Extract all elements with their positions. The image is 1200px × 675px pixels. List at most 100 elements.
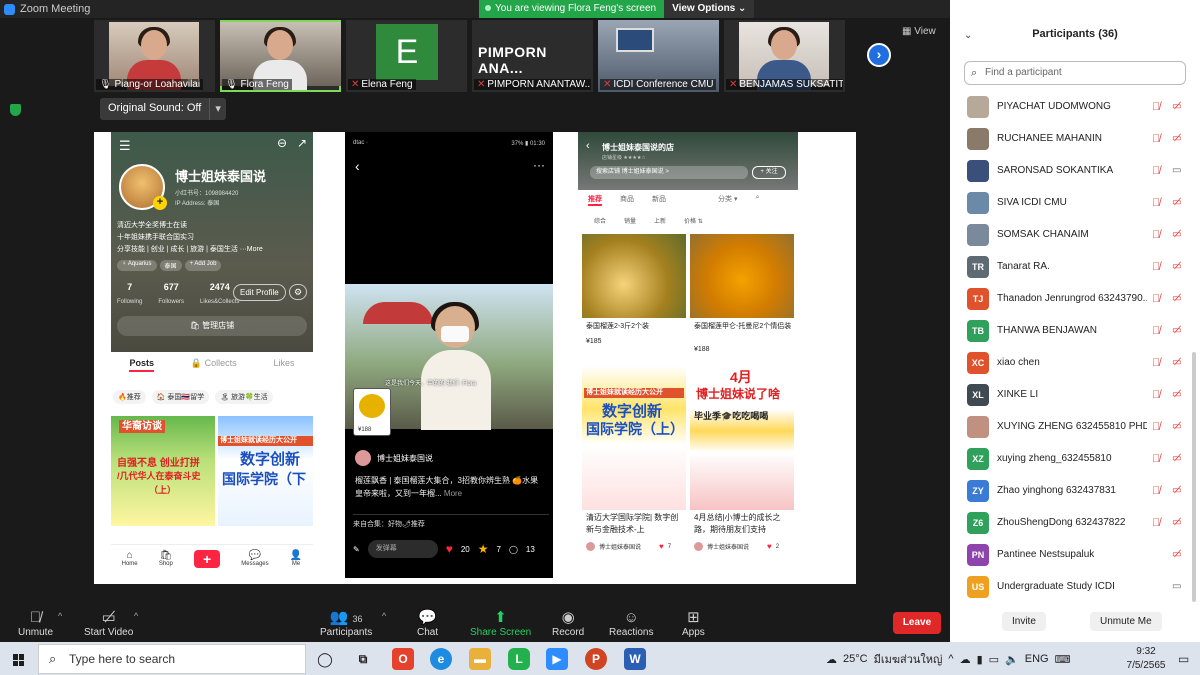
- participant-row[interactable]: SOMSAK CHANAIM 🎙̸ ▭̸: [950, 219, 1190, 250]
- weather-desc[interactable]: มีเมฆส่วนใหญ่: [874, 650, 943, 668]
- panel-scrollbar[interactable]: [1192, 352, 1196, 602]
- participant-row[interactable]: SARONSAD SOKANTIKA 🎙̸ ▭: [950, 155, 1190, 186]
- record-button[interactable]: ◉ Record: [552, 609, 584, 638]
- avatar: ZY: [967, 479, 989, 502]
- original-sound-toggle[interactable]: Original Sound: Off ▾: [100, 98, 226, 120]
- weather-temp[interactable]: 25°C: [843, 653, 868, 665]
- video-tile[interactable]: ✕ BENJAMAS SUKSATIT: [724, 20, 845, 92]
- participant-video: [739, 22, 829, 90]
- view-button[interactable]: ▦ View: [902, 26, 936, 37]
- notification-icon[interactable]: ▭: [1178, 652, 1189, 666]
- participant-row[interactable]: XUYING ZHENG 632455810 PHD 🎙̸ ▭̸: [950, 411, 1190, 442]
- video-off-icon: ▭̸: [101, 609, 116, 626]
- participant-row[interactable]: SIVA ICDI CMU 🎙̸ ▭̸: [950, 187, 1190, 218]
- chevron-up-icon[interactable]: ^: [948, 653, 953, 665]
- weather-icon[interactable]: ☁: [826, 653, 837, 666]
- leave-button[interactable]: Leave: [893, 612, 941, 634]
- video-tile[interactable]: 🎙 Piang-or Loahavilai: [94, 20, 215, 92]
- invite-button[interactable]: Invite: [1002, 612, 1046, 631]
- posts-grid: 华裔访谈 自强不息 创业打拼 /几代华人在泰奋斗史 （上） 博士姐妹就读经历大公…: [111, 416, 313, 542]
- post-card: 4月 博士姐妹说了啥 毕业季🎓吃吃喝喝: [690, 366, 794, 510]
- line-icon[interactable]: L: [508, 648, 530, 670]
- participant-row[interactable]: PIYACHAT UDOMWONG 🎙̸ ▭̸: [950, 91, 1190, 122]
- keyboard-icon[interactable]: ⌨: [1055, 653, 1071, 666]
- profile-bio: 清迈大学全奖博士在读 十年姐妹携手联合国实习 分享技能 | 创业 | 成长 | …: [117, 222, 263, 253]
- reactions-button[interactable]: ☺ Reactions: [609, 609, 653, 638]
- shop-search: 搜索店铺 博士姐妹泰国说 >: [590, 166, 748, 179]
- windows-start-icon[interactable]: [13, 654, 25, 666]
- chat-button[interactable]: 💬 Chat: [417, 609, 438, 638]
- heart-icon: ♥: [659, 542, 664, 551]
- participant-row[interactable]: PN Pantinee Nestsupaluk ▭̸: [950, 539, 1190, 570]
- chevron-down-icon[interactable]: ▾: [210, 98, 226, 120]
- encryption-shield-icon[interactable]: [10, 104, 21, 116]
- mic-muted-icon: ✕: [477, 79, 486, 90]
- shop-title: 博士姐妹泰国说的店: [602, 143, 674, 152]
- participant-video: [220, 22, 341, 90]
- participant-row[interactable]: Z6 ZhouShengDong 632437822 🎙̸ ▭̸: [950, 507, 1190, 538]
- cloud-icon[interactable]: ☁: [960, 653, 971, 666]
- edit-profile-button: Edit Profile: [233, 284, 286, 301]
- taskbar-clock[interactable]: 9:32 7/5/2565: [1124, 645, 1168, 673]
- avatar: XC: [967, 351, 989, 374]
- participant-row[interactable]: US Undergraduate Study ICDI ▭: [950, 571, 1190, 602]
- participant-row[interactable]: TB THANWA BENJAWAN 🎙̸ ▭̸: [950, 315, 1190, 346]
- participant-row[interactable]: RUCHANEE MAHANIN 🎙̸ ▭̸: [950, 123, 1190, 154]
- participant-search-input[interactable]: ⌕ Find a participant: [964, 61, 1186, 85]
- chevron-up-icon[interactable]: ^: [134, 611, 138, 621]
- participant-row[interactable]: XZ xuying zheng_632455810 🎙̸ ▭̸: [950, 443, 1190, 474]
- original-sound-label[interactable]: Original Sound: Off: [100, 98, 211, 120]
- video-icon: ▭: [1172, 165, 1182, 176]
- participant-row[interactable]: XC xiao chen 🎙̸ ▭̸: [950, 347, 1190, 378]
- word-icon[interactable]: W: [624, 648, 646, 670]
- chevron-up-icon[interactable]: ^: [382, 611, 386, 621]
- video-tile[interactable]: PIMPORN ANA... ✕ PIMPORN ANANTAW...: [472, 20, 593, 92]
- share-screen-button[interactable]: ⬆ Share Screen: [470, 609, 531, 638]
- mic-icon: 🎙: [99, 79, 112, 90]
- video-tile[interactable]: E ✕ Elena Feng: [346, 20, 467, 92]
- product-image: [690, 234, 794, 318]
- meeting-toolbar: 🎙̸ Unmute ^ ▭̸ Start Video ^ 👥 36 Participa…: [0, 605, 950, 642]
- volume-icon[interactable]: 🔈: [1005, 653, 1019, 666]
- powerpoint-icon[interactable]: P: [585, 648, 607, 670]
- video-tile[interactable]: ✕ ICDI Conference CMU: [598, 20, 719, 92]
- participant-row[interactable]: TJ Thanadon Jenrungrod 63243790... 🎙̸ ▭̸: [950, 283, 1190, 314]
- profile-header: ☰ ⊖ ↗ + 博士姐妹泰国说 小红书号：1098984420 IP Addre…: [111, 132, 313, 352]
- tile-name: ✕ BENJAMAS SUKSATIT: [726, 79, 843, 90]
- mic-muted-icon: ✕: [351, 79, 360, 90]
- unmute-me-button[interactable]: Unmute Me: [1090, 612, 1162, 631]
- unmute-button[interactable]: 🎙̸ Unmute: [18, 609, 53, 638]
- chevron-up-icon[interactable]: ^: [58, 611, 62, 621]
- mic-muted-icon: 🎙̸: [1152, 324, 1161, 337]
- language-indicator[interactable]: ENG: [1025, 653, 1049, 665]
- participants-button[interactable]: 👥 36 Participants: [320, 609, 372, 638]
- taskbar-search-input[interactable]: ⌕ Type here to search: [38, 644, 306, 674]
- edge-icon[interactable]: e: [430, 648, 452, 670]
- product-thumbnail: ¥188: [353, 388, 391, 436]
- product-image: [582, 234, 686, 318]
- mic-icon: 🎙: [225, 79, 238, 90]
- apps-button[interactable]: ⊞ Apps: [682, 609, 705, 638]
- apps-icon: ⊞: [687, 609, 700, 626]
- participant-row[interactable]: TR Tanarat RA. 🎙̸ ▭̸: [950, 251, 1190, 282]
- task-view-icon[interactable]: ⧉: [352, 648, 374, 670]
- video-off-icon: ▭̸: [1172, 101, 1182, 112]
- participant-row[interactable]: ZY Zhao yinghong 632437831 🎙̸ ▭̸: [950, 475, 1190, 506]
- file-explorer-icon[interactable]: ▬: [469, 648, 491, 670]
- video-tile-active-speaker[interactable]: 🎙 Flora Feng: [220, 20, 341, 92]
- shop-rating: 店铺星级 ★★★★☆: [602, 155, 646, 161]
- zoom-icon[interactable]: ▶: [546, 648, 568, 670]
- battery-icon[interactable]: ▮: [977, 653, 983, 666]
- view-options-button[interactable]: View Options ⌄: [664, 0, 755, 18]
- participant-row[interactable]: XL XINKE LI 🎙̸ ▭̸: [950, 379, 1190, 410]
- start-video-button[interactable]: ▭̸ Start Video: [84, 609, 133, 638]
- office-icon[interactable]: O: [392, 648, 414, 670]
- avatar: +: [119, 164, 167, 210]
- network-icon[interactable]: ▭: [989, 653, 999, 666]
- shared-phone-video: dtac · 37% ▮ 01:30 ‹ ··· 这是我们今天，中的的 我们 ·F…: [345, 132, 553, 578]
- cortana-icon[interactable]: ◯: [314, 648, 336, 670]
- search-icon: ⌕: [49, 651, 57, 666]
- video-off-icon: ▭̸: [1172, 261, 1182, 272]
- profile-subtabs: 🔥推荐 🏠 泰国🇹🇭留学 🏝 旅游🍀生活: [111, 390, 313, 404]
- next-page-button[interactable]: ›: [867, 43, 891, 67]
